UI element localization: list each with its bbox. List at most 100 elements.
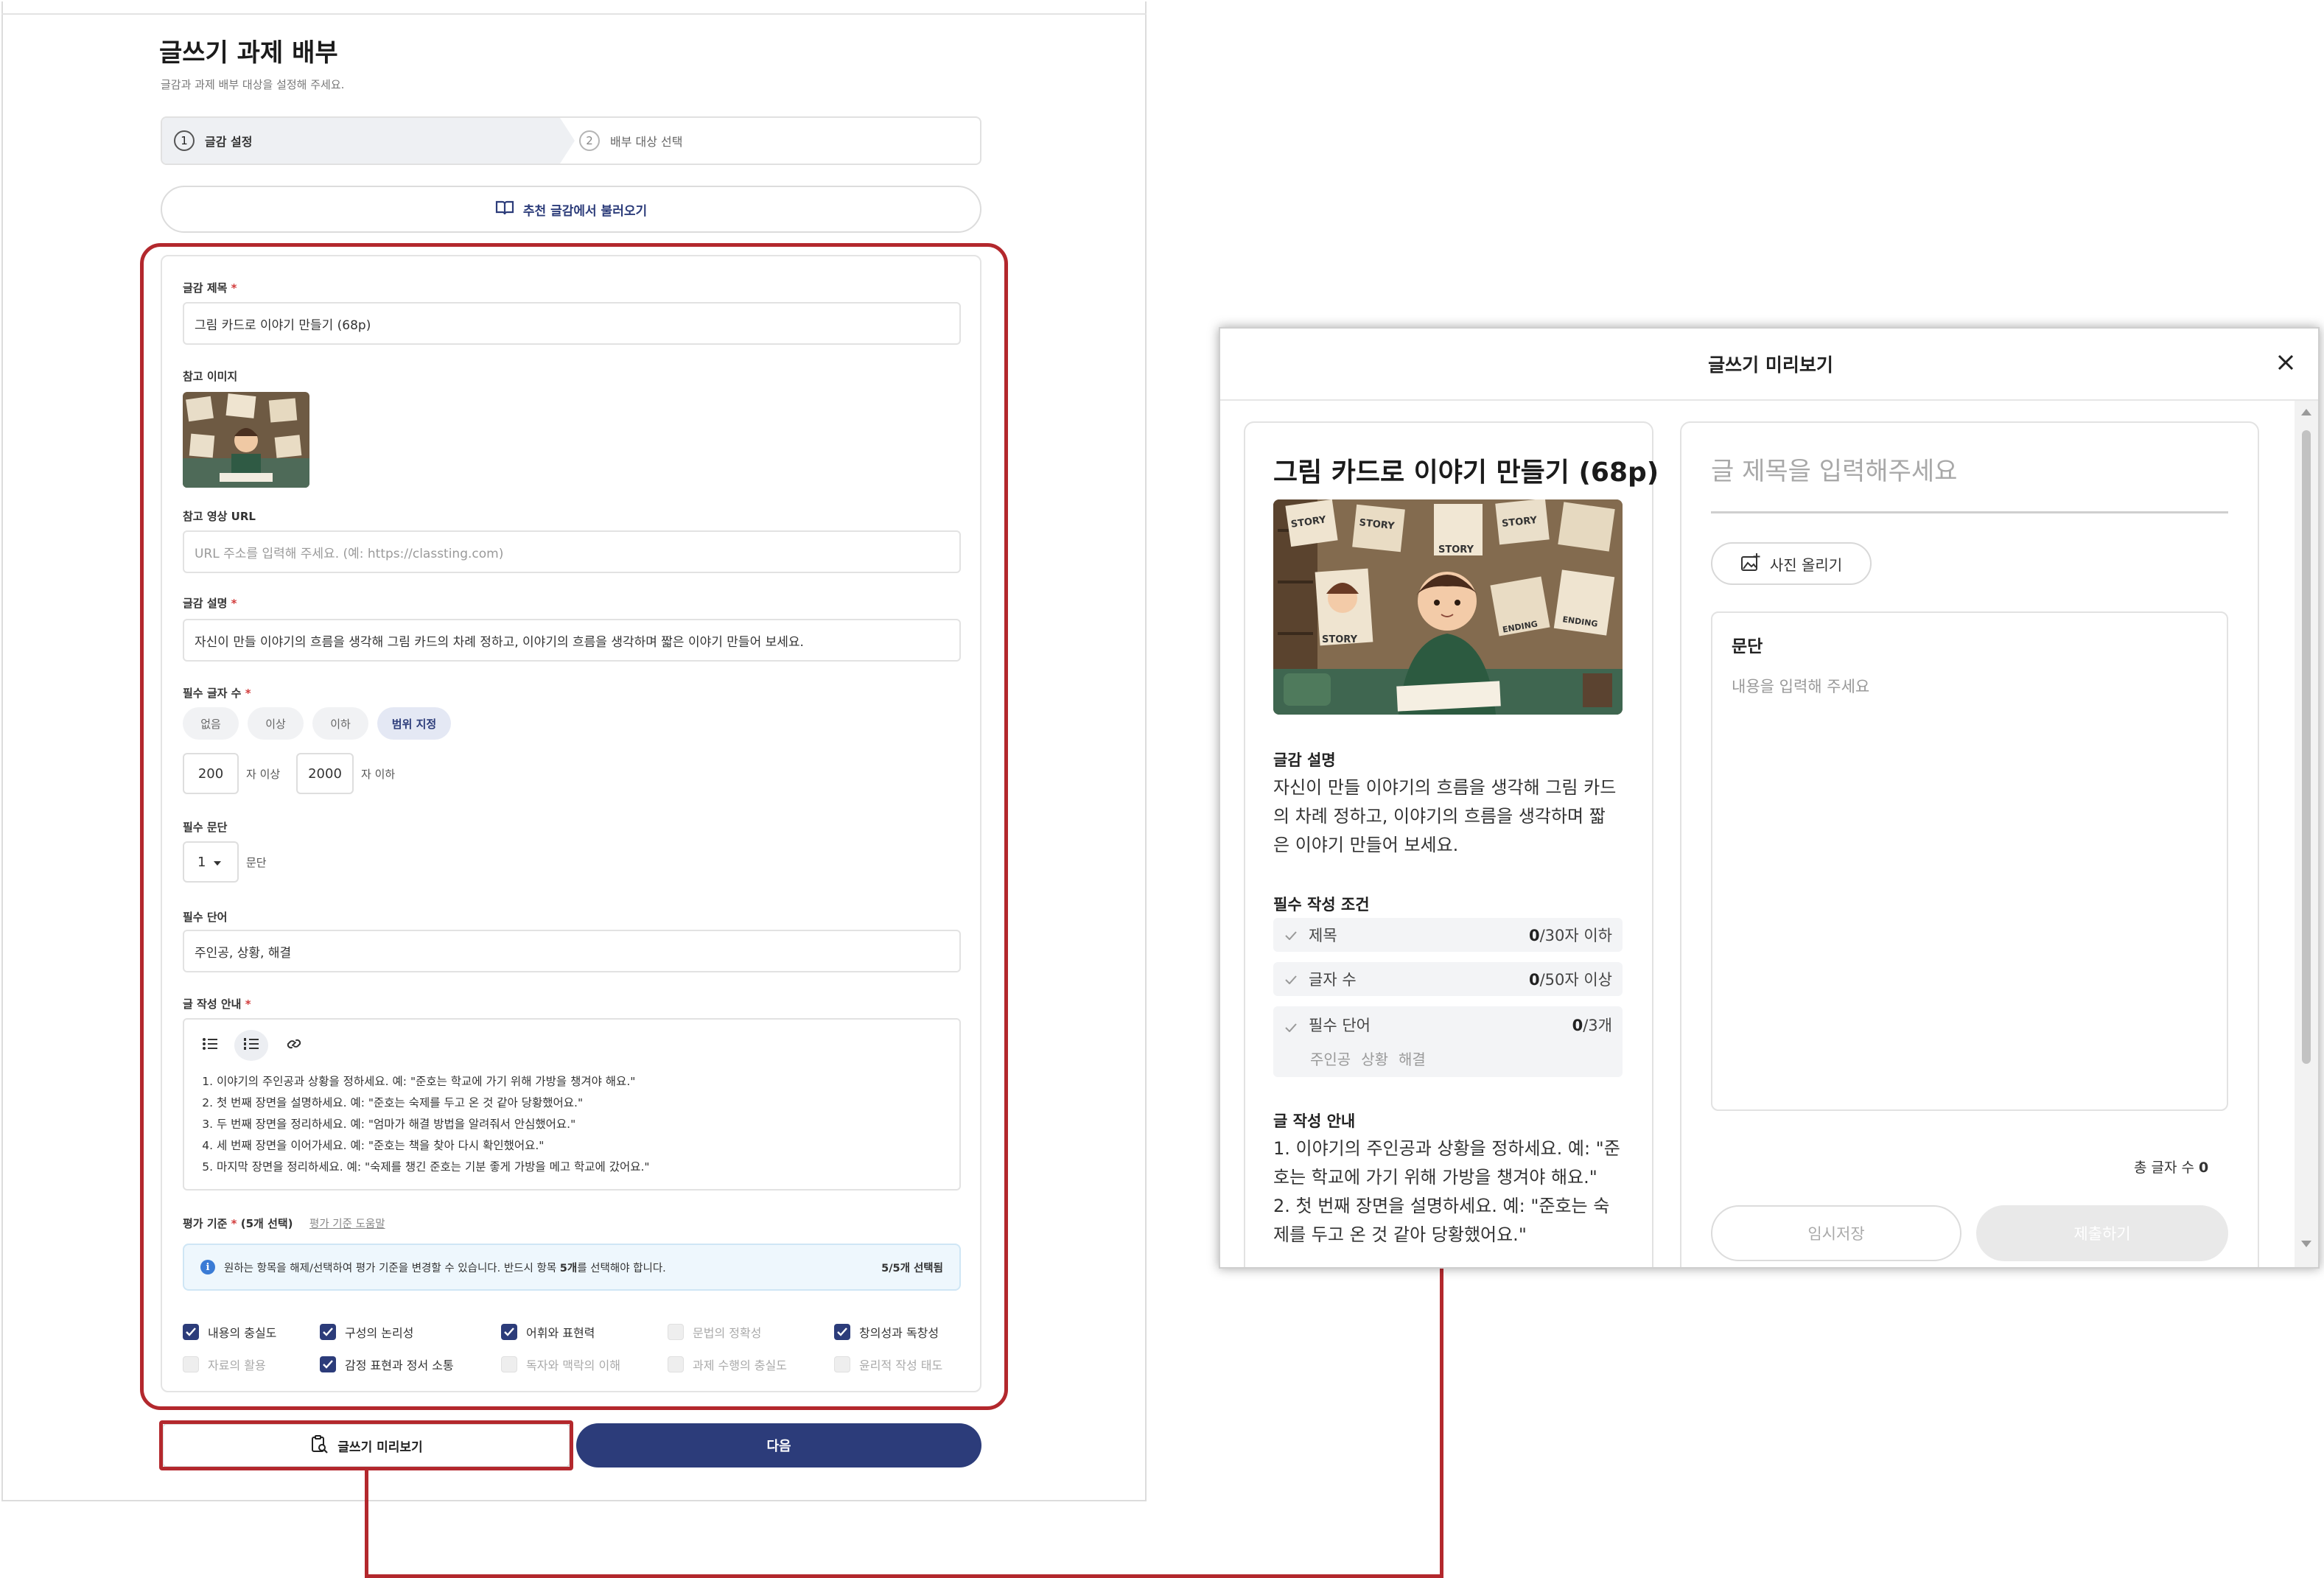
step-2-label: 배부 대상 선택 [610,135,683,149]
check-icon [1285,970,1297,988]
load-recommended-topic-button[interactable]: 추천 글감에서 불러오기 [161,186,981,233]
preview-guide-heading: 글 작성 안내 [1273,1112,1356,1130]
paragraph-count-select[interactable]: 1 [183,841,239,883]
check-icon [183,1324,199,1340]
numbered-list-button[interactable] [234,1030,268,1061]
criteria-info-text: 원하는 항목을 해제/선택하여 평가 기준을 변경할 수 있습니다. 반드시 항… [224,1262,666,1274]
total-char-count: 총 글자 수 0 [2134,1160,2209,1176]
bullet-list-icon [202,1037,218,1053]
writing-guide-editor[interactable]: 이야기의 주인공과 상황을 정하세요. 예: "준호는 학교에 가기 위해 가방… [183,1018,961,1190]
link-button[interactable] [277,1030,311,1061]
topic-title-input[interactable]: 그림 카드로 이야기 만들기 (68p) [183,302,961,345]
topic-description-label: 글감 설명 * [183,597,237,610]
topic-title-label: 글감 제목 * [183,281,237,295]
criteria-label-text: 어휘와 표현력 [526,1326,595,1340]
scroll-thumb[interactable] [2302,430,2311,1064]
char-option-max[interactable]: 이하 [312,707,368,740]
criteria-checkbox[interactable]: 구성의 논리성 [320,1323,413,1341]
link-icon [286,1036,302,1055]
criteria-checkbox[interactable]: 내용의 충실도 [183,1323,276,1341]
preview-desc-line: 의 차례 정하고, 이야기의 흐름을 생각하며 짧 [1273,806,1606,827]
scroll-down-arrow[interactable] [2300,1238,2312,1252]
check-icon [320,1324,336,1340]
char-option-none[interactable]: 없음 [183,707,239,740]
next-button[interactable]: 다음 [576,1423,981,1467]
check-icon [501,1324,517,1340]
temp-save-button[interactable]: 임시저장 [1711,1205,1961,1261]
step-2[interactable]: 2 배부 대상 선택 [579,118,683,164]
highlight-preview-button [159,1420,573,1470]
modal-header-divider [1220,399,2318,401]
criteria-checkbox[interactable]: 어휘와 표현력 [501,1323,595,1341]
required-words-list: 주인공 상황 해결 [1310,1048,1426,1069]
chevron-down-icon [213,855,222,870]
preview-guide-text: 1. 이야기의 주인공과 상황을 정하세요. 예: "준 호는 학교에 가기 위… [1273,1135,1642,1249]
required-words-label: 필수 단어 [183,911,228,924]
criteria-help-link[interactable]: 평가 기준 도움말 [309,1216,385,1231]
scroll-up-arrow[interactable] [2300,405,2312,419]
required-paragraph-label: 필수 문단 [183,821,228,834]
preview-desc-line: 은 이야기 만들어 보세요. [1273,835,1459,855]
guide-item: 첫 번째 장면을 설명하세요. 예: "준호는 숙제를 두고 온 것 같아 당황… [217,1093,951,1114]
connector-line-horizontal [365,1574,1443,1578]
writing-guide-label: 글 작성 안내 * [183,997,251,1011]
image-card-label: STORY [1322,634,1358,645]
reference-video-url-input[interactable]: URL 주소를 입력해 주세요. (예: https://classting.c… [183,530,961,573]
title-underline [1711,511,2228,513]
guide-item: 세 번째 장면을 이어가세요. 예: "준호는 책을 찾아 다시 확인했어요." [217,1135,951,1157]
char-option-range[interactable]: 범위 지정 [377,707,451,740]
write-title-input[interactable]: 글 제목을 입력해주세요 [1711,451,1957,487]
condition-value: 0/50자 이상 [1528,971,1612,989]
preview-guide-line: 2. 첫 번째 장면을 설명하세요. 예: "준호는 숙 [1273,1196,1610,1216]
required-words-input[interactable]: 주인공, 상황, 해결 [183,930,961,972]
close-button[interactable] [2272,351,2299,377]
check-icon [320,1356,336,1372]
upload-photo-label: 사진 올리기 [1769,555,1843,574]
paragraph-count-value: 1 [197,854,206,870]
criteria-label-text: 윤리적 작성 태도 [859,1358,943,1372]
preview-desc-line: 자신이 만들 이야기의 흐름을 생각해 그림 카드 [1273,777,1617,798]
paragraph-unit: 문단 [246,856,267,869]
book-icon [495,200,514,220]
required-word: 상황 [1361,1051,1389,1068]
criteria-info-box: i 원하는 항목을 해제/선택하여 평가 기준을 변경할 수 있습니다. 반드시… [183,1244,961,1291]
criteria-label: 평가 기준 * (5개 선택) [183,1217,293,1230]
criteria-label-text: 감정 표현과 정서 소통 [345,1358,454,1372]
load-recommended-topic-label: 추천 글감에서 불러오기 [522,203,648,219]
required-word: 해결 [1399,1051,1426,1068]
upload-photo-button[interactable]: 사진 올리기 [1711,542,1872,585]
submit-button[interactable]: 제출하기 [1976,1205,2228,1261]
check-icon [1285,1018,1297,1036]
char-max-input[interactable]: 2000 [296,753,354,794]
stepper: 1 글감 설정 2 배부 대상 선택 [161,116,981,165]
info-icon: i [200,1260,215,1274]
condition-label: 글자 수 [1309,971,1357,989]
step-2-number: 2 [579,130,600,151]
preview-topic-title: 그림 카드로 이야기 만들기 (68p) [1273,457,1659,488]
criteria-label-text: 문법의 정확성 [693,1326,762,1340]
criteria-checkbox[interactable]: 과제 수행의 충실도 [668,1356,787,1373]
char-min-input[interactable]: 200 [183,753,239,794]
condition-row-required-words: 필수 단어 0/3개 주인공 상황 해결 [1273,1006,1623,1077]
page-subtitle: 글감과 과제 배부 대상을 설정해 주세요. [161,78,345,91]
paragraph-editor[interactable]: 문단 내용을 입력해 주세요 [1711,611,2228,1111]
writing-preview-modal: 글쓰기 미리보기 그림 카드로 이야기 만들기 (68p) STORY STOR… [1219,327,2320,1269]
char-option-min[interactable]: 이상 [248,707,304,740]
modal-scrollbar[interactable] [2295,401,2318,1267]
criteria-checkbox[interactable]: 문법의 정확성 [668,1323,761,1341]
criteria-selected-count: 5/5개 선택됨 [881,1262,943,1274]
topic-description-input[interactable]: 자신이 만들 이야기의 흐름을 생각해 그림 카드의 차례 정하고, 이야기의 … [183,619,961,662]
criteria-checkbox[interactable]: 창의성과 독창성 [834,1323,939,1341]
image-card-label: STORY [1438,544,1474,555]
criteria-checkbox[interactable]: 감정 표현과 정서 소통 [320,1356,454,1373]
criteria-label-text: 내용의 충실도 [208,1326,277,1340]
step-1[interactable]: 1 글감 설정 [174,118,252,164]
criteria-checkbox[interactable]: 자료의 활용 [183,1356,266,1373]
unchecked-box [834,1356,850,1372]
criteria-checkbox[interactable]: 윤리적 작성 태도 [834,1356,942,1373]
reference-image-thumbnail[interactable] [183,392,309,488]
bullet-list-button[interactable] [193,1030,227,1061]
criteria-checkbox[interactable]: 독자와 맥락의 이해 [501,1356,620,1373]
condition-value: 0/3개 [1572,1017,1612,1034]
unchecked-box [668,1324,684,1340]
